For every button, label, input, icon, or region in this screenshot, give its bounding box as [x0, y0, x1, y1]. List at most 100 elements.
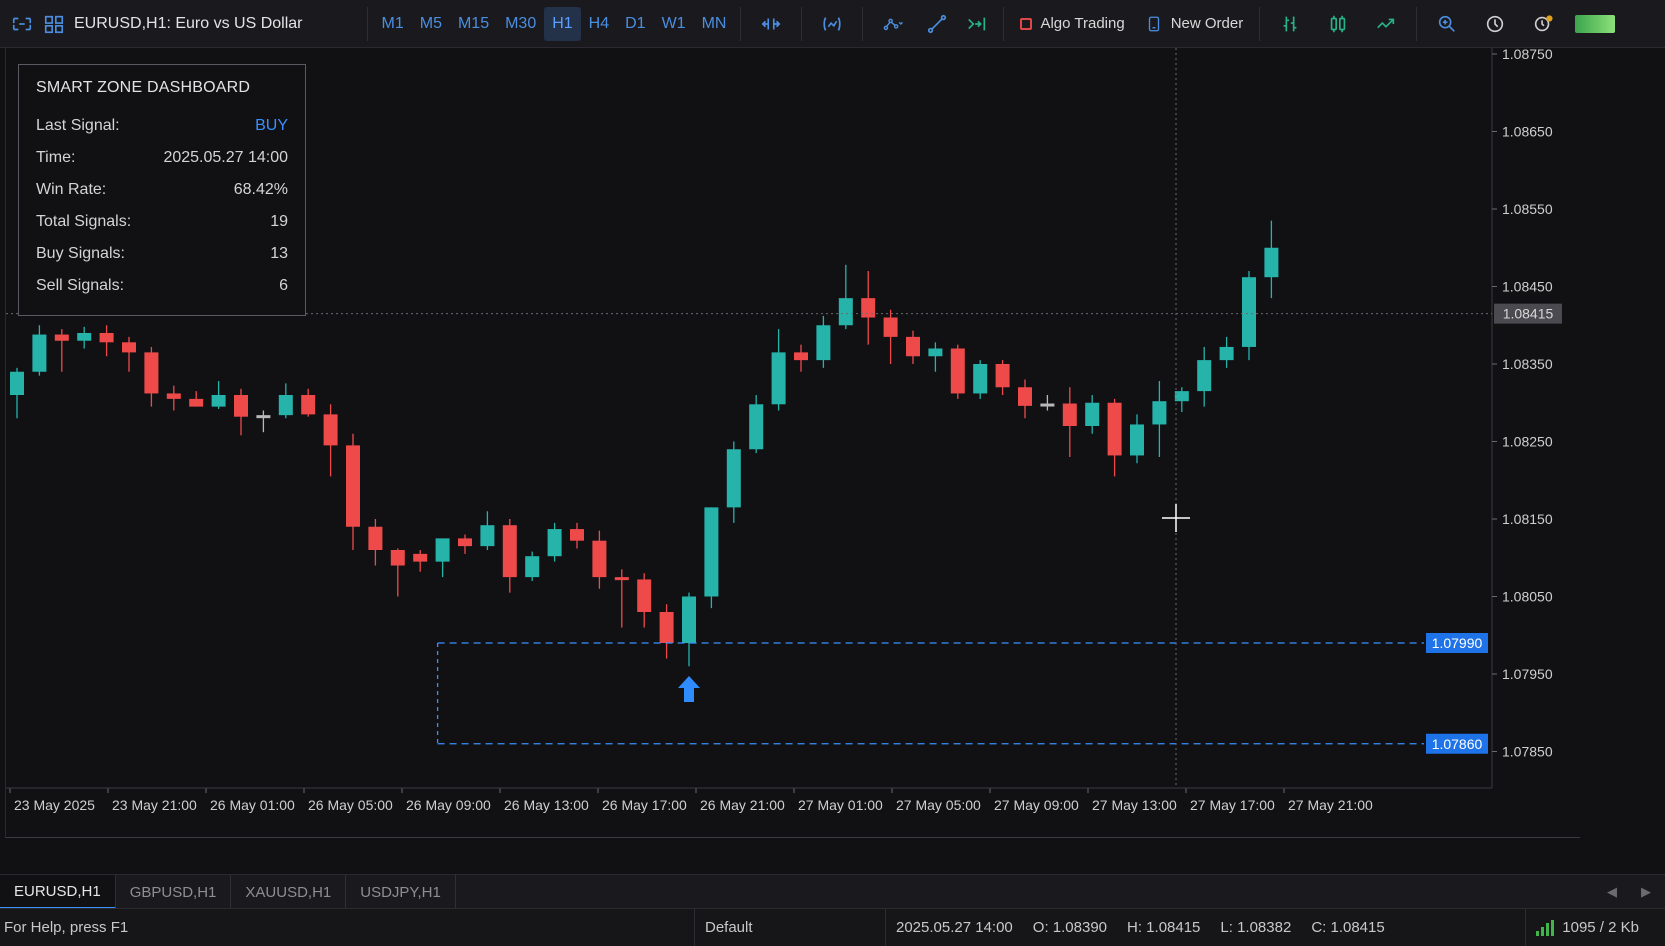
candle-body — [480, 525, 495, 547]
candle-body — [1197, 360, 1212, 392]
time-tick-label: 26 May 21:00 — [700, 797, 785, 813]
status-help: For Help, press F1 — [4, 919, 129, 936]
dashboard-row-label: Win Rate: — [36, 181, 107, 198]
time-tick-label: 23 May 2025 — [14, 797, 95, 813]
candle-body — [301, 395, 316, 415]
status-time: 2025.05.27 14:00 — [885, 909, 1023, 946]
candle-body — [704, 507, 719, 597]
line-chart-icon[interactable] — [1370, 8, 1402, 40]
zoom-in-icon[interactable] — [1431, 8, 1463, 40]
timeframe-m1[interactable]: M1 — [374, 7, 412, 41]
tab-scroll-right-icon[interactable]: ▶ — [1641, 884, 1651, 900]
candle-body — [682, 596, 696, 643]
status-open: O: 1.08390 — [1032, 919, 1108, 936]
chart-tabs: EURUSD,H1 GBPUSD,H1 XAUUSD,H1 USDJPY,H1 ◀ ▶ — [0, 874, 1665, 909]
tab-scroll-left-icon[interactable]: ◀ — [1607, 884, 1617, 900]
candle-body — [77, 333, 92, 341]
dashboard-row-value: 68.42% — [233, 181, 288, 198]
candle-body — [547, 529, 562, 557]
candle-body — [1040, 403, 1055, 407]
candle-body — [570, 529, 584, 541]
candle-body — [435, 538, 450, 562]
candle-body — [1242, 277, 1256, 347]
timeframe-m30[interactable]: M30 — [497, 7, 544, 41]
time-tick-label: 26 May 01:00 — [210, 797, 295, 813]
time-tick-label: 26 May 13:00 — [504, 797, 589, 813]
chart-grid-icon[interactable] — [38, 8, 70, 40]
new-order-icon — [1148, 16, 1159, 31]
chart-tab[interactable]: GBPUSD,H1 — [116, 875, 232, 909]
dashboard-row: Sell Signals: 6 — [36, 270, 288, 302]
trendline-icon[interactable] — [921, 8, 953, 40]
timeframe-group: M1 M5 M15 M30 H1 H4 D1 W1 MN — [374, 6, 735, 41]
price-tick-label: 1.08750 — [1502, 48, 1553, 62]
status-high: H: 1.08415 — [1127, 919, 1201, 936]
candle-body — [346, 445, 360, 527]
chart-tab[interactable]: EURUSD,H1 — [0, 875, 116, 909]
price-tick-label: 1.07850 — [1502, 744, 1553, 760]
dashboard-row: Buy Signals: 13 — [36, 238, 288, 270]
candle-body — [99, 333, 114, 343]
connection-strength-bar — [1575, 14, 1616, 33]
new-order-button[interactable]: New Order — [1135, 15, 1254, 33]
alert-clock-icon[interactable] — [1527, 8, 1559, 40]
candle-body — [950, 348, 965, 394]
dashboard-row-label: Sell Signals: — [36, 277, 125, 294]
indicators-icon[interactable] — [816, 8, 848, 40]
time-tick-label: 27 May 05:00 — [896, 797, 981, 813]
algo-trading-button[interactable]: Algo Trading — [1010, 15, 1134, 32]
bar-chart-icon[interactable] — [1274, 8, 1306, 40]
dashboard-row-value: BUY — [255, 117, 288, 134]
separator — [1003, 6, 1005, 41]
time-tick-label: 27 May 13:00 — [1092, 797, 1177, 813]
new-order-label: New Order — [1170, 15, 1244, 32]
candle-body — [1152, 401, 1167, 425]
candle-body — [749, 404, 764, 450]
candlestick-chart-icon[interactable] — [1322, 8, 1354, 40]
dashboard-row: Last Signal: BUY — [36, 110, 288, 142]
algo-trading-off-icon — [1020, 17, 1033, 30]
status-low: L: 1.08382 — [1220, 919, 1292, 936]
timeframe-w1[interactable]: W1 — [654, 7, 694, 41]
dashboard-row-value: 6 — [279, 277, 288, 294]
time-tick-label: 27 May 21:00 — [1288, 797, 1373, 813]
status-traffic: 1095 / 2 Kb — [1525, 909, 1665, 946]
candle-body — [234, 395, 248, 417]
time-tick-label: 27 May 17:00 — [1190, 797, 1275, 813]
status-traffic-label: 1095 / 2 Kb — [1562, 919, 1639, 936]
status-profile: Default — [694, 909, 885, 946]
candle-body — [1130, 424, 1144, 456]
separator — [366, 6, 368, 41]
candle-body — [995, 364, 1010, 388]
timeframe-m15[interactable]: M15 — [450, 7, 497, 41]
candle-body — [525, 556, 540, 578]
crosshair-tool-icon[interactable] — [6, 8, 38, 40]
candle-body — [906, 336, 920, 357]
price-tick-label: 1.07950 — [1502, 666, 1553, 682]
auto-scroll-icon[interactable] — [755, 8, 787, 40]
timeframe-mn[interactable]: MN — [694, 7, 735, 41]
candle-body — [592, 540, 607, 578]
time-icon[interactable] — [1479, 8, 1511, 40]
chart-tab[interactable]: USDJPY,H1 — [346, 875, 456, 909]
timeframe-h1[interactable]: H1 — [544, 6, 581, 41]
smart-zone-dashboard: SMART ZONE DASHBOARD Last Signal: BUY Time… — [18, 64, 306, 316]
chart-tab[interactable]: XAUUSD,H1 — [231, 875, 347, 909]
price-tick-label: 1.08150 — [1502, 511, 1553, 527]
shift-end-icon[interactable] — [961, 8, 993, 40]
time-tick-label: 26 May 17:00 — [602, 797, 687, 813]
dashboard-row-value: 19 — [270, 213, 288, 230]
candle-body — [1062, 403, 1077, 426]
separator — [862, 6, 864, 41]
timeframe-d1[interactable]: D1 — [617, 7, 653, 41]
price-tick-label: 1.08550 — [1502, 201, 1553, 217]
candle-body — [10, 371, 24, 395]
price-tick-label: 1.08050 — [1502, 589, 1553, 605]
timeframe-m5[interactable]: M5 — [412, 7, 450, 41]
timeframe-h4[interactable]: H4 — [581, 7, 617, 41]
objects-icon[interactable] — [873, 8, 913, 40]
dashboard-row-label: Buy Signals: — [36, 245, 125, 262]
candle-body — [973, 364, 988, 394]
candle-body — [166, 393, 181, 399]
candle-body — [390, 550, 405, 566]
